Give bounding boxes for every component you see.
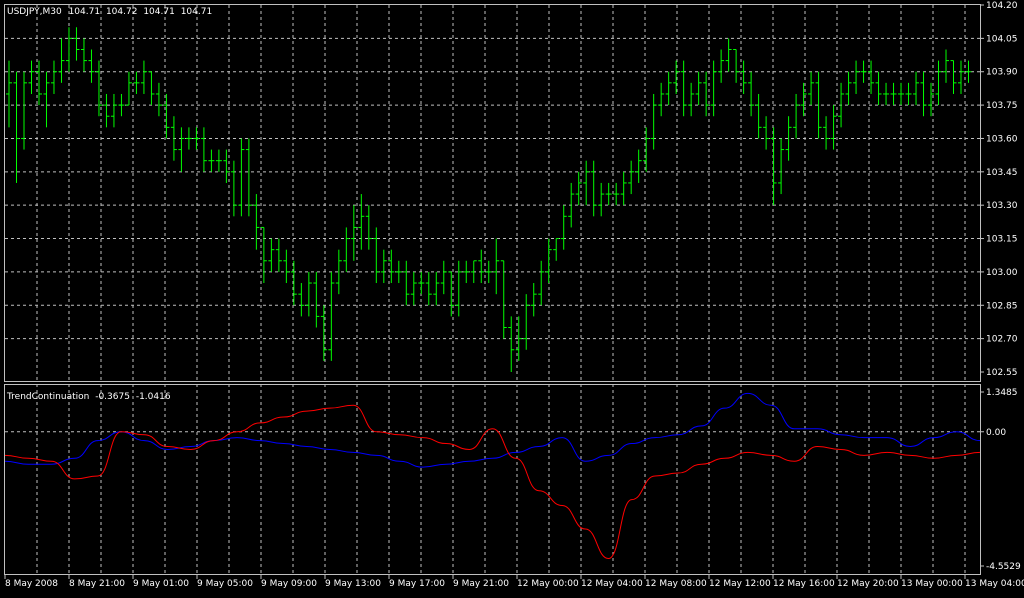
indicator-window-label: TrendContinuation -0.3675 -1.0416 [6, 392, 171, 402]
price-tick-label: 103.75 [986, 101, 1018, 111]
time-tick-label: 13 May 00:00 [901, 579, 963, 589]
price-tick-label: 102.55 [986, 368, 1018, 378]
time-tick-label: 12 May 12:00 [709, 579, 771, 589]
ohlc-high: 104.72 [106, 7, 138, 17]
time-tick-label: 12 May 08:00 [645, 579, 707, 589]
price-pane-frame [4, 4, 981, 382]
ohlc-low: 104.71 [143, 7, 175, 17]
indicator-tick-label: -4.5529 [986, 562, 1021, 572]
ohlc-close: 104.71 [181, 7, 213, 17]
time-tick-label: 9 May 13:00 [325, 579, 381, 589]
time-tick-label: 9 May 09:00 [261, 579, 317, 589]
price-tick-label: 102.70 [986, 335, 1018, 345]
time-tick-label: 12 May 00:00 [517, 579, 579, 589]
time-tick-label: 12 May 04:00 [581, 579, 643, 589]
chart-canvas: 104.20 104.05 103.90 103.75 103.60 103.45 103.… [4, 1, 1024, 589]
price-tick-label: 103.45 [986, 168, 1018, 178]
time-tick-label: 12 May 16:00 [773, 579, 835, 589]
time-tick-label: 9 May 17:00 [389, 579, 445, 589]
indicator-value-2: -1.0416 [136, 392, 171, 402]
price-window-label: USDJPY,M30 104.71 104.72 104.71 104.71 [7, 7, 212, 17]
indicator-value-1: -0.3675 [95, 392, 130, 402]
price-tick-label: 103.60 [986, 134, 1018, 144]
time-tick-label: 8 May 21:00 [69, 579, 125, 589]
price-tick-label: 104.20 [986, 1, 1018, 11]
time-tick-label: 12 May 20:00 [837, 579, 899, 589]
time-tick-label: 9 May 05:00 [197, 579, 253, 589]
indicator-tick-label: 1.3485 [986, 388, 1018, 398]
time-tick-label: 8 May 2008 [5, 579, 58, 589]
indicator-name: TrendContinuation [6, 392, 89, 402]
price-tick-label: 103.90 [986, 68, 1018, 78]
price-tick-label: 103.15 [986, 235, 1018, 245]
price-tick-label: 102.85 [986, 301, 1018, 311]
chart-terminal: 104.20 104.05 103.90 103.75 103.60 103.45 103.… [0, 0, 1024, 594]
price-tick-label: 103.00 [986, 268, 1018, 278]
time-tick-label: 13 May 04:00 [965, 579, 1024, 589]
price-tick-label: 103.30 [986, 201, 1018, 211]
time-tick-label: 9 May 21:00 [453, 579, 509, 589]
indicator-pane-frame [4, 384, 981, 575]
ohlc-open: 104.71 [69, 7, 101, 17]
indicator-tick-label: 0.00 [986, 428, 1006, 438]
price-tick-label: 104.05 [986, 34, 1018, 44]
symbol-label: USDJPY,M30 [7, 7, 62, 17]
time-tick-label: 9 May 01:00 [133, 579, 189, 589]
